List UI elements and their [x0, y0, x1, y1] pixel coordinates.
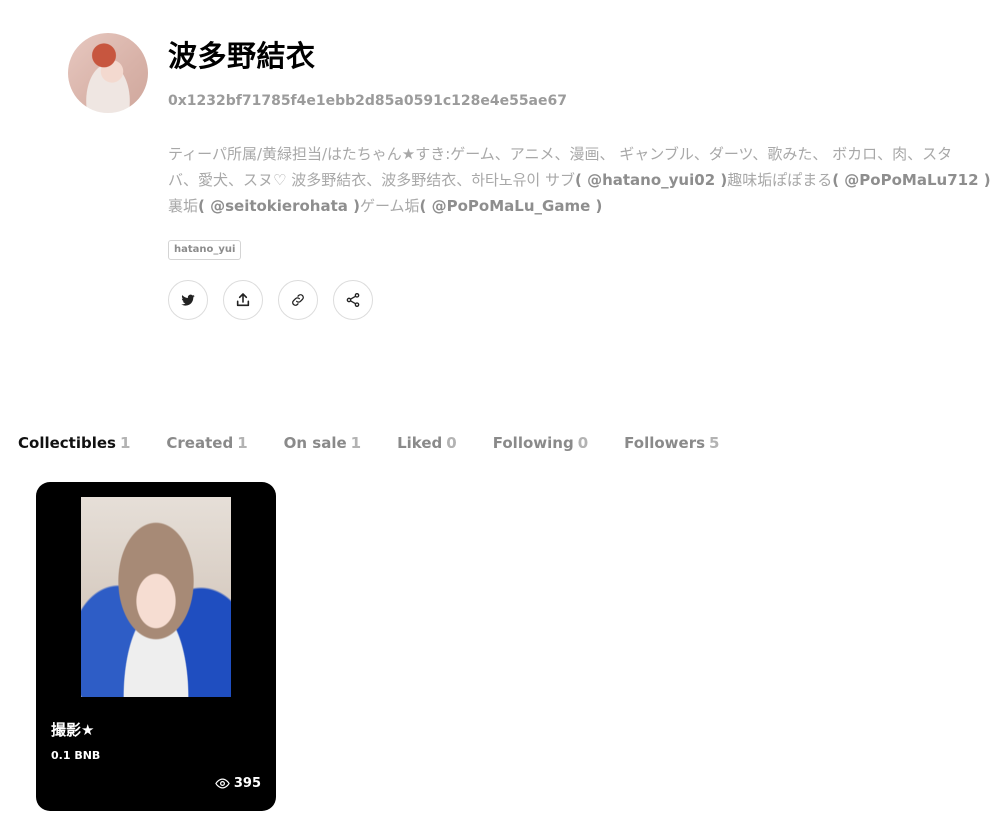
bio-handle-link[interactable]: ( @PoPoMaLu_Game )	[420, 197, 603, 215]
tab-created[interactable]: Created 1	[166, 434, 247, 452]
tab-liked[interactable]: Liked 0	[397, 434, 457, 452]
tab-label: Followers	[624, 434, 706, 452]
profile-actions	[168, 280, 373, 320]
twitter-button[interactable]	[168, 280, 208, 320]
tab-label: On sale	[283, 434, 347, 452]
link-icon	[292, 294, 304, 306]
profile-bio: ティーパ所属/黄緑担当/はたちゃん★すき:ゲーム、アニメ、漫画、 ギャンブル、ダ…	[168, 141, 1000, 219]
tab-on-sale[interactable]: On sale 1	[284, 434, 361, 452]
tab-label: Following	[492, 434, 574, 452]
bio-handle-link[interactable]: ( @hatano_yui02 )	[575, 171, 727, 189]
tab-count: 1	[237, 434, 248, 452]
views-count: 395	[233, 776, 261, 791]
bio-handle-link[interactable]: ( @PoPoMaLu712 )	[832, 171, 990, 189]
nft-thumbnail[interactable]	[81, 497, 231, 697]
bio-text: バ、愛犬、スヌ♡ 波多野結衣、波多野结衣、하타노유이 サブ	[168, 171, 575, 189]
tab-count: 1	[350, 434, 362, 452]
twitter-icon	[181, 294, 195, 306]
share-icon	[346, 293, 360, 307]
profile-avatar	[68, 33, 148, 113]
nft-title[interactable]: 撮影★	[51, 719, 94, 740]
tab-following[interactable]: Following 0	[493, 434, 588, 452]
tab-collectibles[interactable]: Collectibles 1	[18, 434, 130, 452]
bio-text: 裏垢	[168, 197, 199, 215]
tab-label: Created	[166, 434, 234, 452]
eye-icon	[215, 778, 230, 789]
tab-label: Liked	[397, 434, 443, 452]
tab-label: Collectibles	[18, 434, 116, 452]
bio-line-1: ティーパ所属/黄緑担当/はたちゃん★すき:ゲーム、アニメ、漫画、 ギャンブル、ダ…	[168, 145, 953, 163]
profile-tabs: Collectibles 1 Created 1 On sale 1 Liked 0 F…	[18, 434, 719, 452]
bio-text: ゲーム垢	[359, 197, 420, 215]
copy-link-button[interactable]	[278, 280, 318, 320]
nft-price: 0.1 BNB	[51, 749, 101, 762]
tab-count: 1	[119, 434, 131, 452]
tab-followers[interactable]: Followers 5	[624, 434, 719, 452]
tab-count: 5	[709, 434, 720, 452]
nft-views: 395	[215, 776, 261, 791]
tab-count: 0	[446, 434, 457, 452]
tab-count: 0	[577, 434, 589, 452]
wallet-address[interactable]: 0x1232bf71785f4e1ebb2d85a0591c128e4e55ae…	[168, 93, 567, 109]
bio-text: 趣味垢ぽぽまる	[727, 171, 833, 189]
bio-handle-link[interactable]: ( @seitokierohata )	[198, 197, 360, 215]
upload-button[interactable]	[223, 280, 263, 320]
profile-name: 波多野結衣	[168, 39, 316, 73]
share-button[interactable]	[333, 280, 373, 320]
profile-tag[interactable]: hatano_yui	[168, 240, 242, 260]
upload-icon	[236, 293, 250, 307]
